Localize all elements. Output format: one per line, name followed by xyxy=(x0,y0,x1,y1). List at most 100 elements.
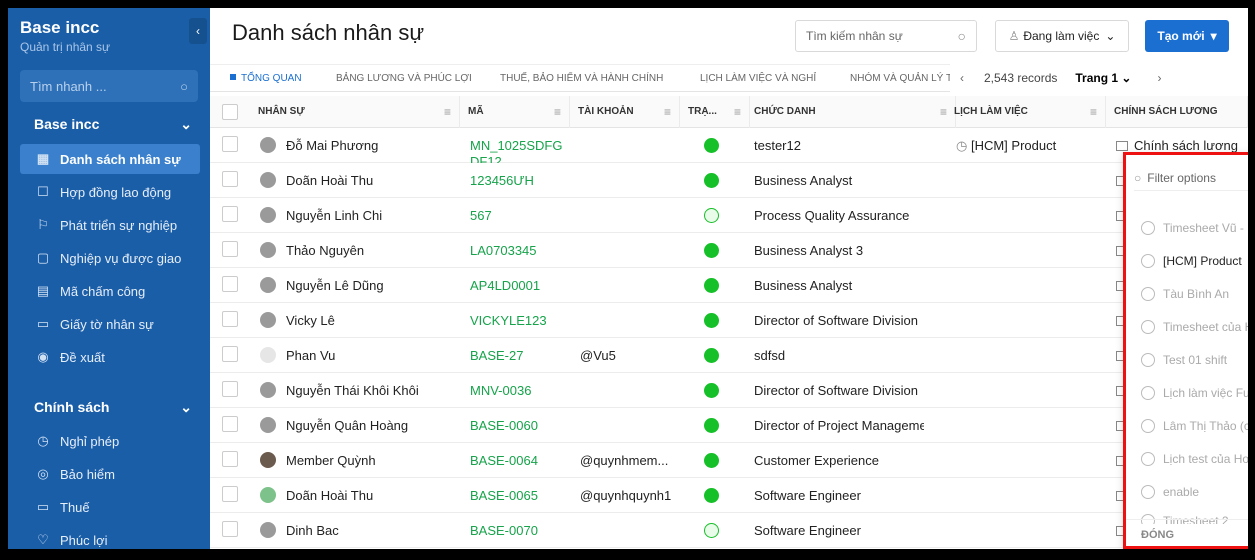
sidebar-item-5[interactable]: ▭ Giấy tờ nhân sự xyxy=(20,309,200,339)
filter-option[interactable]: Timesheet Vũ - 1 xyxy=(1141,217,1248,239)
column-header-5[interactable]: LỊCH LÀM VIỆC ≡ xyxy=(946,96,1106,128)
filter-option[interactable]: Tàu Bình An xyxy=(1141,283,1248,305)
tab-0[interactable]: TỔNG QUAN xyxy=(230,73,302,84)
sidebar-item-3[interactable]: ▢ Nghiệp vụ được giao xyxy=(20,243,200,273)
sidebar-item-1[interactable]: ☐ Hợp đồng lao động xyxy=(20,177,200,207)
filter-option[interactable]: Lịch làm việc Fulltime xyxy=(1141,382,1248,404)
page-select[interactable]: Trang 1 ⌄ xyxy=(1075,71,1131,85)
filter-option[interactable]: Test 01 shift xyxy=(1141,349,1248,371)
employee-name-cell[interactable]: Doãn Hoài Thu xyxy=(260,163,455,198)
sidebar-item-2[interactable]: ⚐ Phát triển sự nghiệp xyxy=(20,210,200,240)
table-row[interactable]: Nguyễn Lê Dũng AP4LD0001 Business Analyst T… xyxy=(210,268,1248,303)
filter-option[interactable]: enable xyxy=(1141,481,1248,503)
row-checkbox[interactable] xyxy=(222,311,238,327)
row-checkbox[interactable] xyxy=(222,346,238,362)
job-title: Customer Experience xyxy=(754,453,879,468)
filter-option[interactable]: Lịch test của Hoa xyxy=(1141,448,1248,470)
job-title: Business Analyst xyxy=(754,278,853,293)
select-all-checkbox[interactable] xyxy=(222,104,238,120)
sidebar-policy-item-1[interactable]: ◎ Bảo hiểm xyxy=(20,459,200,489)
close-popup-button[interactable]: ĐÓNG xyxy=(1126,519,1248,549)
column-header-2[interactable]: TÀI KHOẢN ≡ xyxy=(570,96,680,128)
table-row[interactable]: Nguyễn Thái Khôi Khôi MNV-0036 Director of… xyxy=(210,373,1248,408)
row-checkbox[interactable] xyxy=(222,486,238,502)
column-header-4[interactable]: CHỨC DANH ≡ xyxy=(746,96,956,128)
employee-search-input[interactable]: Tìm kiếm nhân sự ○ xyxy=(795,20,977,52)
quick-search-input[interactable]: Tìm nhanh ... ○ xyxy=(20,70,198,102)
avatar xyxy=(260,417,276,433)
row-checkbox[interactable] xyxy=(222,136,238,152)
section-base-incc[interactable]: Base incc ⌄ xyxy=(34,116,192,133)
table-row[interactable]: Vicky Lê VICKYLE123 Director of Software D… xyxy=(210,303,1248,338)
filter-option[interactable]: Timesheet của Huỳn xyxy=(1141,316,1248,338)
employee-name-cell[interactable]: Dinh Bac xyxy=(260,513,455,548)
column-header-1[interactable]: MÃ ≡ xyxy=(460,96,570,128)
filter-options-input[interactable]: ○Filter options ○ xyxy=(1134,165,1248,191)
employee-name-cell[interactable]: Member Quỳnh xyxy=(260,443,455,478)
tab-2[interactable]: THUẾ, BẢO HIỂM VÀ HÀNH CHÍNH xyxy=(500,73,663,84)
employee-name-cell[interactable]: Doãn Hoài Thu xyxy=(260,478,455,513)
row-checkbox[interactable] xyxy=(222,241,238,257)
prev-page-button[interactable]: ‹ xyxy=(960,71,964,85)
row-checkbox[interactable] xyxy=(222,381,238,397)
filter-icon[interactable]: ≡ xyxy=(664,96,671,128)
table-row[interactable]: Doãn Hoài Thu BASE-0065 @quynhquynh1 Softwa… xyxy=(210,478,1248,513)
row-checkbox[interactable] xyxy=(222,416,238,432)
table-row[interactable]: Đỗ Mai Phương MN_1025SDFG DF12 tester12 ◷ [… xyxy=(210,128,1248,163)
employee-name-cell[interactable]: Vicky Lê xyxy=(260,303,455,338)
table-row[interactable]: Member Quỳnh BASE-0064 @quynhmem... Custome… xyxy=(210,443,1248,478)
tab-1[interactable]: BẢNG LƯƠNG VÀ PHÚC LỢI xyxy=(336,73,472,84)
next-page-button[interactable]: › xyxy=(1157,71,1161,85)
radio-icon xyxy=(1141,386,1155,400)
employee-name-cell[interactable]: Nguyễn Thái Khôi Khôi xyxy=(260,373,455,408)
employee-name-cell[interactable]: Nguyễn Lê Dũng xyxy=(260,268,455,303)
column-header-6[interactable]: CHÍNH SÁCH LƯƠNG xyxy=(1106,96,1248,128)
create-new-button[interactable]: Tạo mới ▾ xyxy=(1145,20,1229,52)
account-cell xyxy=(580,163,675,198)
filter-icon[interactable]: ≡ xyxy=(1090,96,1097,128)
sidebar-item-6[interactable]: ◉ Đề xuất xyxy=(20,342,200,372)
avatar xyxy=(260,172,276,188)
row-checkbox[interactable] xyxy=(222,521,238,537)
sidebar-policy-item-3[interactable]: ♡ Phúc lợi xyxy=(20,525,200,549)
employee-name-cell[interactable]: Nguyễn Quân Hoàng xyxy=(260,408,455,443)
employee-name-cell[interactable]: Phan Vu xyxy=(260,338,455,373)
table-row[interactable]: Thảo NguyênLA0703345Business Analyst 3Mo… xyxy=(210,233,1248,268)
table-row[interactable]: Doãn Hoài Thu123456ƯHBusiness AnalystChí… xyxy=(210,163,1248,198)
row-checkbox[interactable] xyxy=(222,451,238,467)
status-filter-label: Đang làm việc xyxy=(1023,29,1100,43)
sidebar-item-0[interactable]: ▦ Danh sách nhân sự xyxy=(20,144,200,174)
app-window: Base incc Quản trị nhân sự ‹ Tìm nhanh .… xyxy=(8,8,1248,549)
employee-name: Dinh Bac xyxy=(286,523,339,538)
status-filter-dropdown[interactable]: ♙ Đang làm việc ⌄ xyxy=(995,20,1129,52)
tab-4[interactable]: NHÓM VÀ QUẢN LÝ xyxy=(850,73,943,84)
employee-name-cell[interactable]: Nguyễn Linh Chi xyxy=(260,198,455,233)
sidebar-policy-item-0[interactable]: ◷ Nghỉ phép xyxy=(20,426,200,456)
filter-icon[interactable]: ≡ xyxy=(734,96,741,128)
employee-name-cell[interactable]: Thảo Nguyên xyxy=(260,233,455,268)
table-row[interactable]: Dinh BacBASE-0070Software EngineerPPO xyxy=(210,513,1248,548)
column-header-3[interactable]: TRẠ... ≡ xyxy=(680,96,750,128)
table-row[interactable]: Nguyễn Quân Hoàng BASE-0060 Director of Pr… xyxy=(210,408,1248,443)
table-row[interactable]: Phan VuBASE-27@Vu5sdfsdHà nội m xyxy=(210,338,1248,373)
collapse-sidebar-button[interactable]: ‹ xyxy=(189,18,207,44)
sidebar-item-4[interactable]: ▤ Mã chấm công xyxy=(20,276,200,306)
row-checkbox[interactable] xyxy=(222,276,238,292)
tab-3[interactable]: LỊCH LÀM VIỆC VÀ NGHỈ xyxy=(700,73,816,84)
filter-option[interactable]: [HCM] Product✓ xyxy=(1141,250,1248,272)
section-policy[interactable]: Chính sách ⌄ xyxy=(34,399,192,416)
row-checkbox[interactable] xyxy=(222,206,238,222)
row-checkbox[interactable] xyxy=(222,171,238,187)
filter-icon[interactable]: ≡ xyxy=(444,96,451,128)
menu-icon: ⚐ xyxy=(37,217,49,232)
table-row[interactable]: Nguyễn Linh Chi 567 Process Quality Assura… xyxy=(210,198,1248,233)
employee-name-cell[interactable]: Đỗ Mai Phương xyxy=(260,128,455,163)
filter-icon[interactable]: ≡ xyxy=(554,96,561,128)
job-title: Director of Software Division xyxy=(754,313,918,328)
page-title: Danh sách nhân sự xyxy=(232,20,425,45)
job-title: Business Analyst xyxy=(754,173,853,188)
column-header-0[interactable]: NHÂN SỰ ≡ xyxy=(250,96,460,128)
sidebar-item-label: Nghỉ phép xyxy=(60,433,120,449)
sidebar-policy-item-2[interactable]: ▭ Thuế xyxy=(20,492,200,522)
filter-option[interactable]: Lâm Thị Thảo (có c... xyxy=(1141,415,1248,437)
